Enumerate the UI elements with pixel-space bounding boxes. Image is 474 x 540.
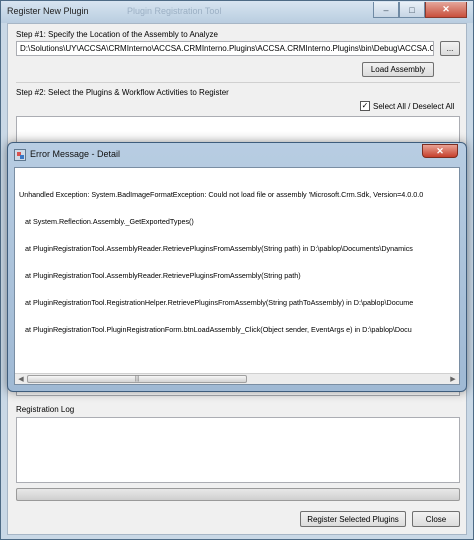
background-window-title: Plugin Registration Tool <box>127 6 222 16</box>
window-controls: – □ ✕ <box>373 2 467 18</box>
registration-log-box[interactable] <box>16 417 460 483</box>
checkmark-icon: ✓ <box>361 101 369 110</box>
step2-label: Step #2: Select the Plugins & Workflow A… <box>16 88 229 97</box>
maximize-button[interactable]: □ <box>399 2 425 18</box>
assembly-path-input[interactable]: D:\Solutions\UY\ACCSA\CRMInterno\ACCSA.C… <box>16 41 434 56</box>
load-assembly-button[interactable]: Load Assembly <box>362 62 434 77</box>
step1-label: Step #1: Specify the Location of the Ass… <box>16 30 218 39</box>
window-close-button[interactable]: ✕ <box>425 2 467 18</box>
error-lines: Unhandled Exception: System.BadImageForm… <box>19 172 455 352</box>
registration-log-label: Registration Log <box>16 405 75 414</box>
error-detail-dialog: Error Message - Detail ✕ Unhandled Excep… <box>7 142 467 392</box>
registration-progress-bar <box>16 488 460 501</box>
section-divider <box>16 82 460 83</box>
scrollbar-thumb[interactable]: ||| <box>27 375 247 383</box>
window-titlebar[interactable]: Register New Plugin Plugin Registration … <box>1 1 473 23</box>
error-line: at PluginRegistrationTool.PluginRegistra… <box>19 325 412 334</box>
minimize-icon: – <box>383 4 389 15</box>
dialog-title: Error Message - Detail <box>30 149 121 159</box>
error-details-textbox[interactable]: Unhandled Exception: System.BadImageForm… <box>14 167 460 385</box>
close-button[interactable]: Close <box>412 511 460 527</box>
select-all-checkbox[interactable]: ✓ <box>360 101 370 111</box>
minimize-button[interactable]: – <box>373 2 399 18</box>
scroll-right-icon[interactable]: ▶ <box>448 375 458 384</box>
dialog-close-button[interactable]: ✕ <box>422 144 458 158</box>
error-line: Unhandled Exception: System.BadImageForm… <box>19 190 424 199</box>
browse-button[interactable]: ... <box>440 41 460 56</box>
horizontal-scrollbar[interactable]: ◀ ||| ▶ <box>15 373 459 384</box>
error-line: at PluginRegistrationTool.AssemblyReader… <box>19 244 413 253</box>
scroll-left-icon[interactable]: ◀ <box>16 375 26 384</box>
maximize-icon: □ <box>409 4 415 15</box>
app-icon <box>14 149 26 161</box>
error-line: at PluginRegistrationTool.RegistrationHe… <box>19 298 414 307</box>
close-icon: ✕ <box>442 4 450 14</box>
window-title: Register New Plugin <box>7 6 89 16</box>
register-selected-plugins-button[interactable]: Register Selected Plugins <box>300 511 406 527</box>
select-all-label[interactable]: Select All / Deselect All <box>373 102 454 111</box>
error-line: at System.Reflection.Assembly._GetExport… <box>19 217 194 226</box>
close-icon: ✕ <box>436 145 444 156</box>
error-line: at PluginRegistrationTool.AssemblyReader… <box>19 271 301 280</box>
